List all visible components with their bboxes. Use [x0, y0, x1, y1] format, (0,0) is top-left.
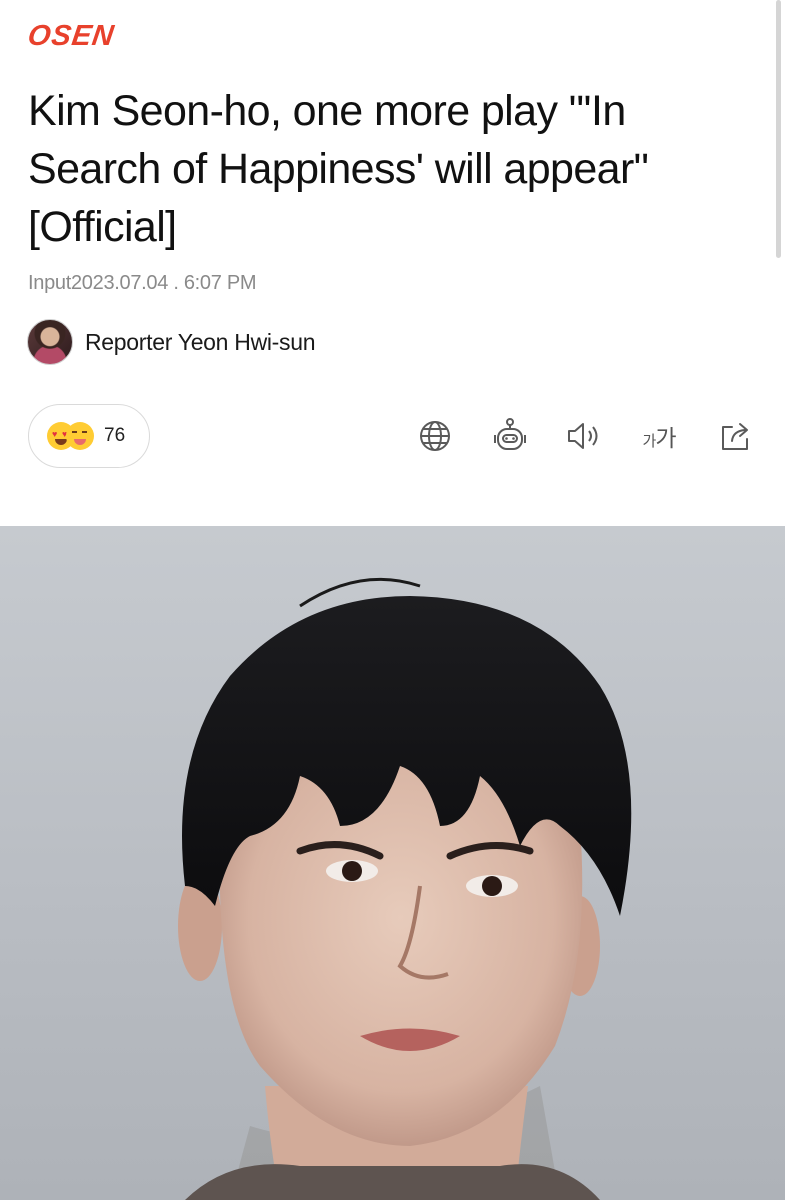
reaction-button[interactable]: ♥ ♥ 76 [28, 404, 150, 468]
osen-logo[interactable]: OSEN [26, 20, 117, 53]
reporter-name[interactable]: Reporter Yeon Hwi-sun [85, 329, 316, 356]
scrollbar[interactable] [776, 0, 781, 258]
article-dateline: Input2023.07.04 . 6:07 PM [28, 272, 257, 295]
winking-tongue-emoji-icon [66, 422, 94, 450]
font-size-icon[interactable]: 가가 [635, 412, 683, 460]
reporter-byline[interactable]: Reporter Yeon Hwi-sun [27, 319, 316, 365]
speaker-icon[interactable] [560, 412, 608, 460]
reaction-count: 76 [104, 425, 126, 446]
article-photo[interactable] [0, 526, 785, 1200]
portrait-photo [178, 577, 632, 1200]
globe-icon[interactable] [411, 412, 459, 460]
article-toolbar: 가가 [400, 412, 770, 460]
input-label: Input [28, 272, 71, 294]
share-icon[interactable] [712, 412, 760, 460]
reporter-avatar[interactable] [27, 319, 73, 365]
robot-icon[interactable] [486, 412, 534, 460]
article-headline: Kim Seon-ho, one more play "'In Search o… [28, 87, 649, 251]
input-date: 2023.07.04 . 6:07 PM [70, 272, 257, 294]
